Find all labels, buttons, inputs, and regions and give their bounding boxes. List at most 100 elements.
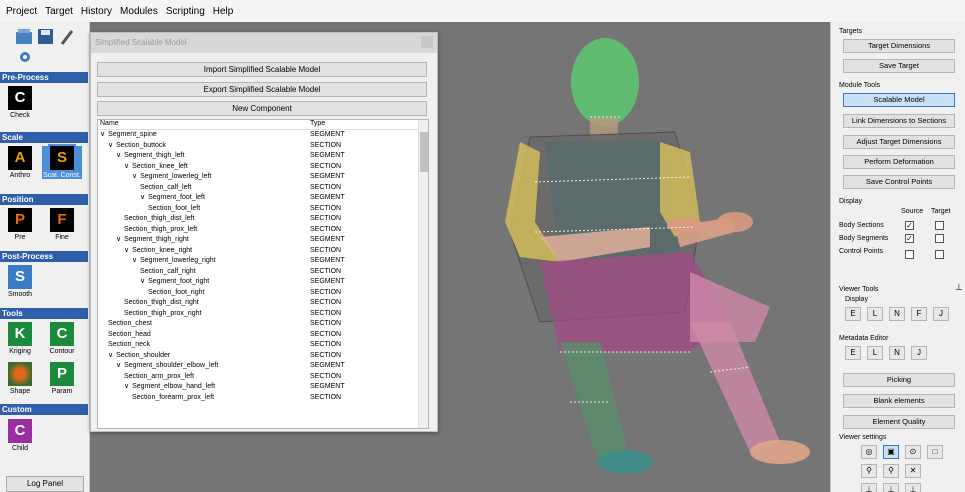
log-panel-button[interactable]: Log Panel — [6, 476, 84, 492]
tree-row[interactable]: ∨ Segment_foot_right SEGMENT — [98, 277, 428, 288]
tree-row[interactable]: Section_neck SECTION — [98, 340, 428, 351]
menu-target[interactable]: Target — [45, 6, 73, 17]
body-segments-target-checkbox[interactable] — [935, 234, 944, 243]
adjust-target-button[interactable]: Adjust Target Dimensions — [843, 135, 955, 149]
open-project-icon[interactable] — [16, 29, 32, 44]
control-points-source-checkbox[interactable] — [905, 250, 914, 259]
tool-check[interactable]: C Check — [0, 86, 40, 119]
expand-chevron-icon[interactable]: ∨ — [124, 247, 129, 254]
tool-contour[interactable]: C Contour — [42, 322, 82, 355]
tree-row[interactable]: ∨ Section_buttock SECTION — [98, 141, 428, 152]
menu-project[interactable]: Project — [6, 6, 37, 17]
body-sections-target-checkbox[interactable] — [935, 221, 944, 230]
column-header-type[interactable]: Type — [310, 120, 400, 129]
tool-pre[interactable]: P Pre — [0, 208, 40, 241]
tree-row[interactable]: Section_foot_right SECTION — [98, 288, 428, 299]
menu-help[interactable]: Help — [213, 6, 234, 17]
tool-anthro[interactable]: A Anthro — [0, 146, 40, 179]
tree-row[interactable]: ∨ Section_knee_right SECTION — [98, 246, 428, 257]
display-mode-icon[interactable]: L — [867, 307, 883, 321]
export-model-button[interactable]: Export Simplified Scalable Model — [97, 82, 427, 97]
tree-row[interactable]: Section_foot_left SECTION — [98, 204, 428, 215]
tree-row[interactable]: ∨ Segment_lowerleg_left SEGMENT — [98, 172, 428, 183]
scroll-thumb[interactable] — [420, 132, 428, 172]
body-segments-source-checkbox[interactable]: ✓ — [905, 234, 914, 243]
screen-icon[interactable]: □ — [927, 445, 943, 459]
tree-row[interactable]: Section_thigh_prox_right SECTION — [98, 309, 428, 320]
tree-row[interactable]: ∨ Segment_thigh_left SEGMENT — [98, 151, 428, 162]
tree-row[interactable]: ∨ Segment_elbow_hand_left SEGMENT — [98, 382, 428, 393]
tree-row[interactable]: Section_forearm_prox_left SECTION — [98, 393, 428, 404]
scalable-model-button[interactable]: Scalable Model — [843, 93, 955, 107]
save-control-points-button[interactable]: Save Control Points — [843, 175, 955, 189]
tool-param[interactable]: P Param — [42, 362, 82, 395]
expand-chevron-icon[interactable]: ∨ — [140, 194, 145, 201]
expand-chevron-icon[interactable]: ∨ — [108, 142, 113, 149]
target-dimensions-button[interactable]: Target Dimensions — [843, 39, 955, 53]
tree-row[interactable]: Section_arm_prox_left SECTION — [98, 372, 428, 383]
component-tree[interactable]: Name Type ∨ Segment_spine SEGMENT ∨ Section_… — [97, 119, 429, 429]
body-sections-source-checkbox[interactable]: ✓ — [905, 221, 914, 230]
tool-scal-const[interactable]: S Scal. Const. — [42, 144, 82, 179]
expand-chevron-icon[interactable]: ∨ — [100, 131, 105, 138]
expand-chevron-icon[interactable]: ∨ — [116, 152, 121, 159]
tree-row[interactable]: ∨ Segment_shoulder_elbow_left SEGMENT — [98, 361, 428, 372]
tree-row[interactable]: ∨ Segment_thigh_right SEGMENT — [98, 235, 428, 246]
save-project-icon[interactable] — [38, 29, 53, 44]
metadata-mode-icon[interactable]: N — [889, 346, 905, 360]
window-icon[interactable]: ▣ — [883, 445, 899, 459]
camera-icon[interactable]: ◎ — [861, 445, 877, 459]
tree-row[interactable]: Section_calf_right SECTION — [98, 267, 428, 278]
menu-scripting[interactable]: Scripting — [166, 6, 205, 17]
tool-shape[interactable]: Shape — [0, 362, 40, 395]
cross-icon[interactable]: ✕ — [905, 464, 921, 478]
column-header-name[interactable]: Name — [98, 120, 310, 129]
wrench-icon[interactable] — [60, 30, 74, 45]
rotate-icon[interactable]: ⊙ — [905, 445, 921, 459]
expand-chevron-icon[interactable]: ∨ — [140, 278, 145, 285]
save-target-button[interactable]: Save Target — [843, 59, 955, 73]
expand-chevron-icon[interactable]: ∨ — [132, 173, 137, 180]
control-points-target-checkbox[interactable] — [935, 250, 944, 259]
pose-icon[interactable]: ⚲ — [883, 464, 899, 478]
tree-scrollbar[interactable] — [418, 120, 428, 428]
tree-row[interactable]: ∨ Segment_spine SEGMENT — [98, 130, 428, 141]
tree-row[interactable]: ∨ Segment_foot_left SEGMENT — [98, 193, 428, 204]
expand-chevron-icon[interactable]: ∨ — [124, 383, 129, 390]
pin-icon[interactable]: ⊥ — [955, 282, 963, 293]
menu-history[interactable]: History — [81, 6, 112, 17]
expand-chevron-icon[interactable]: ∨ — [124, 163, 129, 170]
expand-chevron-icon[interactable]: ∨ — [116, 362, 121, 369]
metadata-mode-icon[interactable]: E — [845, 346, 861, 360]
tool-fine[interactable]: F Fine — [42, 208, 82, 241]
picking-button[interactable]: Picking — [843, 373, 955, 387]
perform-deformation-button[interactable]: Perform Deformation — [843, 155, 955, 169]
menu-modules[interactable]: Modules — [120, 6, 158, 17]
tree-row[interactable]: Section_chest SECTION — [98, 319, 428, 330]
expand-chevron-icon[interactable]: ∨ — [116, 236, 121, 243]
axis-x-icon[interactable]: ⊥ — [861, 483, 877, 492]
blank-elements-button[interactable]: Blank elements — [843, 394, 955, 408]
tool-smooth[interactable]: S Smooth — [0, 265, 40, 298]
metadata-mode-icon[interactable]: L — [867, 346, 883, 360]
import-model-button[interactable]: Import Simplified Scalable Model — [97, 62, 427, 77]
refresh-icon[interactable] — [18, 50, 32, 64]
display-mode-icon[interactable]: N — [889, 307, 905, 321]
tree-row[interactable]: Section_calf_left SECTION — [98, 183, 428, 194]
display-mode-icon[interactable]: E — [845, 307, 861, 321]
close-icon[interactable] — [421, 36, 433, 48]
element-quality-button[interactable]: Element Quality — [843, 415, 955, 429]
new-component-button[interactable]: New Component — [97, 101, 427, 116]
tree-row[interactable]: Section_head SECTION — [98, 330, 428, 341]
tree-row[interactable]: ∨ Section_knee_left SECTION — [98, 162, 428, 173]
dialog-titlebar[interactable]: Simplified Scalable Model — [91, 33, 437, 53]
display-mode-icon[interactable]: J — [933, 307, 949, 321]
tool-child[interactable]: C Child — [0, 419, 40, 452]
expand-chevron-icon[interactable]: ∨ — [132, 257, 137, 264]
display-mode-icon[interactable]: F — [911, 307, 927, 321]
axis-y-icon[interactable]: ⊥ — [883, 483, 899, 492]
tree-row[interactable]: Section_thigh_dist_right SECTION — [98, 298, 428, 309]
tree-row[interactable]: ∨ Segment_lowerleg_right SEGMENT — [98, 256, 428, 267]
expand-chevron-icon[interactable]: ∨ — [108, 352, 113, 359]
tool-kriging[interactable]: K Kriging — [0, 322, 40, 355]
